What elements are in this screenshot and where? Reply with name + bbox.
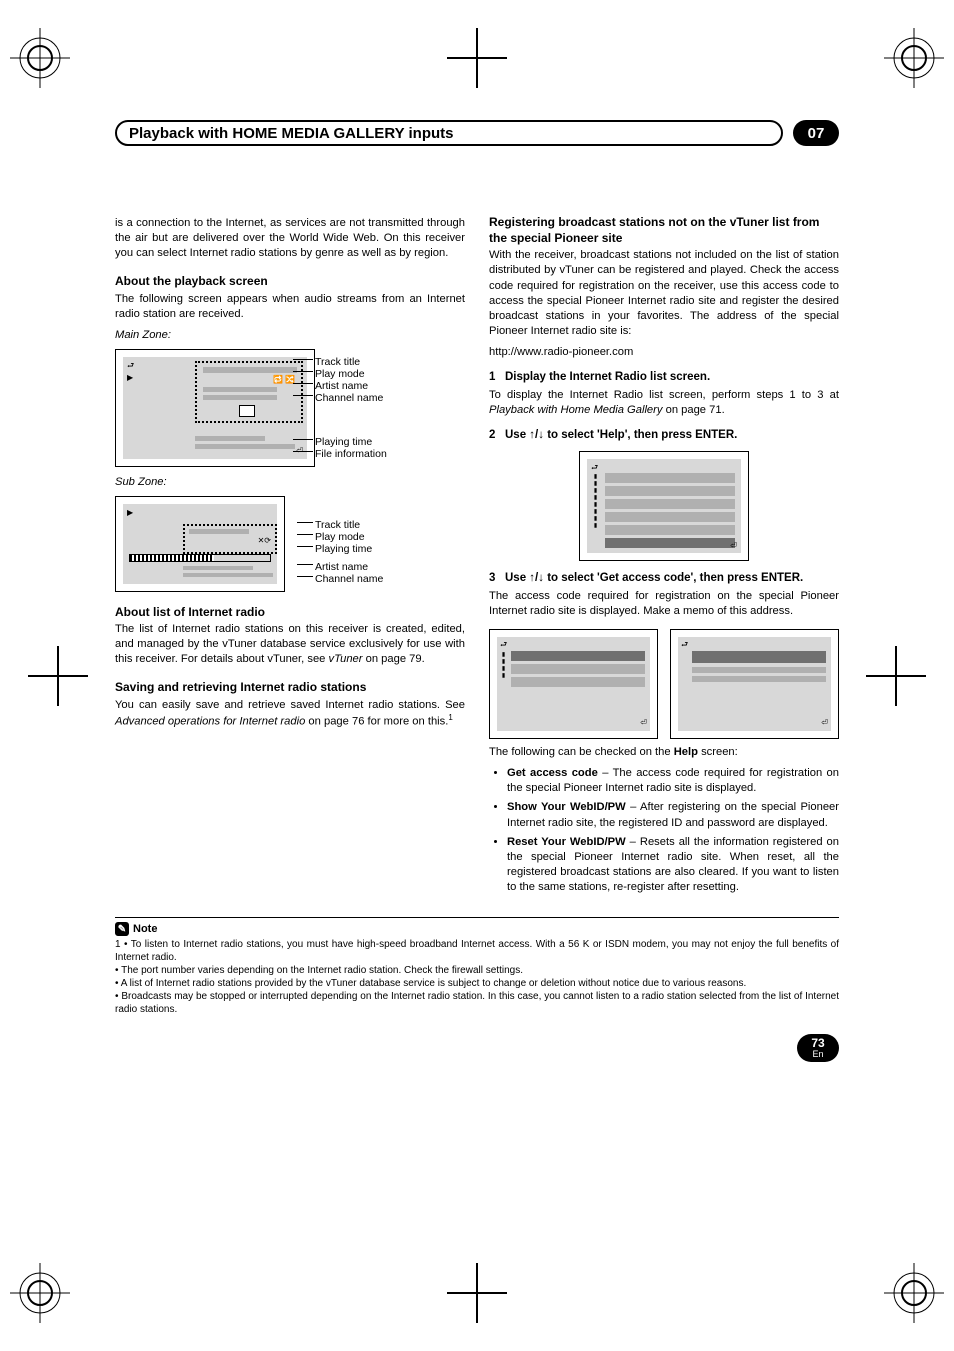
- chapter-header: Playback with HOME MEDIA GALLERY inputs …: [115, 120, 839, 146]
- page-number: 73: [811, 1037, 824, 1049]
- enter-icon: ⏎: [821, 718, 828, 729]
- paragraph-registering: With the receiver, broadcast stations no…: [489, 248, 839, 339]
- footnote-number: 1: [115, 939, 121, 950]
- step-2: 2 Use ↑/↓ to select 'Help', then press E…: [489, 428, 839, 444]
- pioneer-url: http://www.radio-pioneer.com: [489, 345, 839, 360]
- page-number-badge: 73 En: [797, 1034, 839, 1062]
- figure-help-list: ⮐ ▮▮▮▮▮▮▮▮ ⏎: [579, 451, 749, 561]
- footnote-line: • To listen to Internet radio stations, …: [115, 939, 839, 963]
- paragraph-about-list: The list of Internet radio stations on t…: [115, 622, 465, 667]
- scroll-indicator: ▮▮▮▮: [500, 651, 507, 727]
- list-item: Show Your WebID/PW – After registering o…: [507, 800, 839, 830]
- crop-mark: [447, 28, 507, 88]
- play-icon: ▶: [127, 373, 133, 384]
- shuffle-icon: 🔀: [285, 375, 295, 386]
- footnote-line: • Broadcasts may be stopped or interrupt…: [115, 991, 839, 1015]
- print-registration-mark: [10, 28, 70, 88]
- paragraph-saving: You can easily save and retrieve saved I…: [115, 698, 465, 730]
- list-item: Reset Your WebID/PW – Resets all the inf…: [507, 835, 839, 895]
- help-intro: The following can be checked on the Help…: [489, 745, 839, 760]
- chapter-title: Playback with HOME MEDIA GALLERY inputs: [115, 120, 783, 146]
- sub-zone-label: Sub Zone:: [115, 475, 465, 490]
- label-playing-time: Playing time: [315, 542, 372, 556]
- heading-registering: Registering broadcast stations not on th…: [489, 214, 839, 246]
- enter-icon: ⏎: [730, 541, 737, 552]
- label-channel-name: Channel name: [315, 391, 383, 405]
- note-label: Note: [133, 923, 157, 935]
- repeat-icon: 🔁: [273, 375, 283, 386]
- crop-mark: [447, 1263, 507, 1323]
- footnote-line: • The port number varies depending on th…: [115, 965, 523, 976]
- return-icon: ⮐: [681, 640, 688, 651]
- figure-access-code-pair: ⮐ ▮▮▮▮ ⏎ ⮐ ⏎: [489, 629, 839, 739]
- chapter-number: 07: [793, 120, 839, 146]
- step-1: 1 Display the Internet Radio list screen…: [489, 370, 839, 386]
- help-bullet-list: Get access code – The access code requir…: [489, 766, 839, 895]
- heading-about-list: About list of Internet radio: [115, 604, 465, 620]
- step-3: 3 Use ↑/↓ to select 'Get access code', t…: [489, 571, 839, 587]
- figure-main-zone: ⮐ ▶ 🔁 🔀: [115, 349, 315, 467]
- intro-paragraph: is a connection to the Internet, as serv…: [115, 216, 465, 261]
- label-channel-name: Channel name: [315, 572, 383, 586]
- paragraph-playback-screen: The following screen appears when audio …: [115, 292, 465, 322]
- print-registration-mark: [884, 1263, 944, 1323]
- figure-sub-zone: ▶ ✕⟳ Track title Play mode: [115, 496, 315, 592]
- enter-icon: ⏎: [640, 718, 647, 729]
- crop-mark: [866, 646, 926, 706]
- heading-saving: Saving and retrieving Internet radio sta…: [115, 679, 465, 695]
- print-registration-mark: [10, 1263, 70, 1323]
- left-column: is a connection to the Internet, as serv…: [115, 214, 465, 899]
- main-zone-label: Main Zone:: [115, 328, 465, 343]
- note-section: ✎ Note 1 • To listen to Internet radio s…: [115, 917, 839, 1056]
- heading-playback-screen: About the playback screen: [115, 273, 465, 289]
- up-down-arrows-icon: ↑/↓: [529, 429, 544, 441]
- label-file-info: File information: [315, 447, 387, 461]
- return-icon: ⮐: [500, 640, 507, 651]
- footnote-line: • A list of Internet radio stations prov…: [115, 978, 746, 989]
- step-1-body: To display the Internet Radio list scree…: [489, 388, 839, 418]
- step-3-body: The access code required for registratio…: [489, 589, 839, 619]
- right-column: Registering broadcast stations not on th…: [489, 214, 839, 899]
- note-icon: ✎: [115, 922, 129, 936]
- print-registration-mark: [884, 28, 944, 88]
- page-language: En: [812, 1050, 823, 1059]
- crop-mark: [28, 646, 88, 706]
- list-item: Get access code – The access code requir…: [507, 766, 839, 796]
- return-icon: ⮐: [127, 361, 134, 372]
- scroll-indicator: ▮▮▮▮▮▮▮▮: [591, 473, 599, 549]
- up-down-arrows-icon: ↑/↓: [529, 572, 544, 584]
- play-icon: ▶: [127, 508, 133, 519]
- shuffle-repeat-icon: ✕⟳: [258, 536, 271, 547]
